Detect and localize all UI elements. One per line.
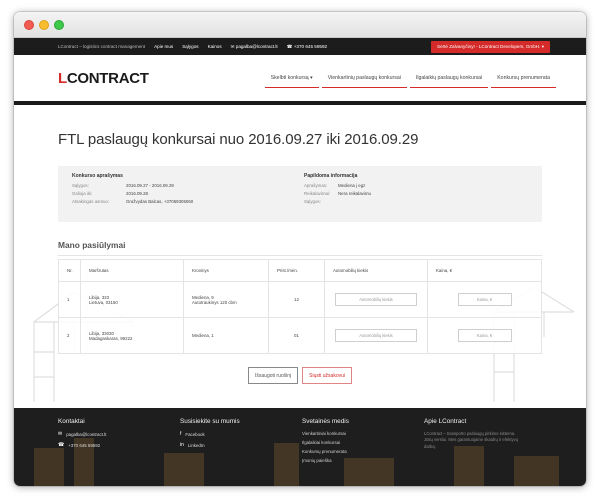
sitemap-link-long-term[interactable]: Ilgalaikiai konkursai	[302, 440, 424, 445]
minimize-window-button[interactable]	[39, 20, 49, 30]
topbar-email[interactable]: ✉ pagalba@lcontract.lt	[231, 44, 278, 50]
row-cargo: Mediena, 1	[183, 317, 269, 354]
row-price-cell: Kaina, €	[427, 281, 542, 318]
footer-phone[interactable]: ☎ +370 645 59592	[58, 442, 180, 448]
row-car-count-cell: Automobilių kiekis	[324, 317, 428, 354]
car-count-input[interactable]: Automobilių kiekis	[335, 329, 417, 342]
facebook-link[interactable]: f Facebook	[180, 431, 302, 437]
sitemap-link-one-time[interactable]: Vienkartiniai konkursai	[302, 431, 424, 436]
row-delivery: 12	[268, 281, 325, 318]
phone-icon: ☎	[286, 43, 293, 49]
footer-email[interactable]: ✉ pagalba@lcontract.lt	[58, 431, 180, 437]
table-row: 2 Libija, 33030 Madagaskaras, 99222 Medie…	[58, 317, 542, 354]
table-row: 1 Libija, 333 Lietuva, 03150 Mediena, 9 Au…	[58, 281, 542, 318]
info-row: Sąlygos: 2016.09.27 - 2016.09.29	[72, 183, 174, 188]
additional-info-title: Papildoma informacija	[304, 173, 358, 179]
nav-one-time-tenders[interactable]: Vienkartinių paslaugų konkursai	[321, 69, 407, 88]
footer-sitemap: Svetainės medis Vienkartiniai konkursai …	[302, 418, 424, 486]
footer-about: Apie LContract LContract – transporto pa…	[424, 418, 546, 486]
footer-social: Susisiekite su mumis f Facebook in LinkedI…	[180, 418, 302, 486]
row-car-count-cell: Automobilių kiekis	[324, 281, 428, 318]
footer-social-title: Susisiekite su mumis	[180, 418, 240, 425]
col-route: Maršrutas	[80, 259, 184, 282]
site-logo[interactable]: LCONTRACT	[58, 70, 149, 87]
browser-window: LContract – logistics contract managemen…	[14, 12, 586, 486]
save-draft-button[interactable]: Išsaugoti ruošinį	[248, 367, 299, 384]
topbar-phone-text: +370 645 59592	[293, 43, 328, 49]
main-content: FTL paslaugų konkursai nuo 2016.09.27 ik…	[14, 131, 586, 384]
offer-actions: Išsaugoti ruošinį Siųsti užsakovui	[58, 367, 542, 384]
mail-icon: ✉	[58, 431, 63, 437]
tender-description-title: Konkurso aprašymas	[72, 173, 123, 179]
nav-subscription[interactable]: Konkursų prenumerata	[491, 69, 556, 88]
topbar-email-text: pagalba@lcontract.lt	[235, 43, 278, 49]
tender-description: Konkurso aprašymas Sąlygos: 2016.09.27 -…	[72, 173, 304, 222]
nav-long-term-tenders[interactable]: Ilgalaikių paslaugų konkursai	[409, 69, 489, 88]
main-nav: Skelbti konkursą ▾ Vienkartinių paslaugų…	[262, 69, 556, 88]
linkedin-icon: in	[180, 442, 184, 448]
footer-about-title: Apie LContract	[424, 418, 467, 425]
topbar-link-about[interactable]: Apie mus	[154, 44, 173, 49]
info-row: Reikalavimai: Nera reikalavimu	[304, 191, 371, 196]
col-delivery: Prist./mėn.	[268, 259, 325, 282]
footer-contacts: Kontaktai ✉ pagalba@lcontract.lt ☎ +370 64…	[58, 418, 180, 486]
price-input[interactable]: Kaina, €	[457, 329, 512, 342]
linkedin-link[interactable]: in LinkedIn	[180, 442, 302, 448]
tender-info-box: Konkurso aprašymas Sąlygos: 2016.09.27 -…	[58, 166, 542, 222]
chevron-down-icon: ▾	[541, 43, 544, 49]
row-delivery: 01	[268, 317, 325, 354]
my-offers-title: Mano pasiūlymai	[58, 240, 542, 256]
maximize-window-button[interactable]	[54, 20, 64, 30]
topbar-link-prices[interactable]: Kainos	[208, 44, 222, 49]
col-car-count: Automobilių kiekis	[324, 259, 428, 282]
phone-icon: ☎	[58, 442, 65, 448]
sitemap-link-subscription[interactable]: Konkursų prenumerata	[302, 449, 424, 454]
row-nr: 2	[58, 317, 81, 354]
site-header: LCONTRACT Skelbti konkursą ▾ Vienkartini…	[14, 55, 586, 105]
info-row: Galioja iki: 2016.09.28	[72, 191, 148, 196]
footer-about-text: LContract – transporto paslaugų pirkimo …	[424, 431, 519, 449]
send-to-client-button[interactable]: Siųsti užsakovui	[302, 367, 352, 384]
site-footer: Kontaktai ✉ pagalba@lcontract.lt ☎ +370 64…	[14, 408, 586, 486]
col-cargo: Krovinys	[183, 259, 269, 282]
close-window-button[interactable]	[24, 20, 34, 30]
row-price-cell: Kaina, €	[427, 317, 542, 354]
user-menu-button[interactable]: Sertė Zalvanyčiny! - LContract Developer…	[431, 40, 550, 53]
row-cargo: Mediena, 9 Autotraukinys 120 cbm	[183, 281, 269, 318]
row-route: Libija, 333 Lietuva, 03150	[80, 281, 184, 318]
mail-icon: ✉	[230, 43, 235, 49]
car-count-input[interactable]: Automobilių kiekis	[335, 293, 417, 306]
info-row: Sąlygos:	[304, 199, 321, 204]
info-row: Atsakingas asmuo: Gražvydas Balcas, +370…	[72, 199, 194, 204]
facebook-icon: f	[180, 431, 182, 437]
footer-contacts-title: Kontaktai	[58, 418, 85, 425]
top-bar: LContract – logistics contract managemen…	[14, 38, 586, 55]
footer-sitemap-title: Svetainės medis	[302, 418, 349, 425]
col-price: Kaina, €	[427, 259, 542, 282]
info-row: Aprašymas: Mediena į egz	[304, 183, 366, 188]
page-title: FTL paslaugų konkursai nuo 2016.09.27 ik…	[58, 131, 419, 148]
col-nr: Nr.	[58, 259, 81, 282]
user-menu-label: Sertė Zalvanyčiny! - LContract Developer…	[437, 43, 541, 49]
table-header-row: Nr. Maršrutas Krovinys Prist./mėn. Autom…	[58, 259, 542, 282]
additional-info: Papildoma informacija Aprašymas: Mediena…	[304, 173, 536, 222]
tagline: LContract – logistics contract managemen…	[58, 44, 146, 49]
offers-table: Nr. Maršrutas Krovinys Prist./mėn. Autom…	[58, 259, 542, 354]
topbar-phone[interactable]: ☎ +370 645 59592	[287, 44, 327, 50]
row-nr: 1	[58, 281, 81, 318]
sitemap-link-company-search[interactable]: Įmonių paieška	[302, 458, 424, 463]
window-chrome	[14, 12, 586, 38]
nav-post-tender[interactable]: Skelbti konkursą ▾	[264, 69, 319, 88]
topbar-link-terms[interactable]: Sąlygos	[182, 44, 198, 49]
price-input[interactable]: Kaina, €	[457, 293, 512, 306]
row-route: Libija, 33030 Madagaskaras, 99222	[80, 317, 184, 354]
